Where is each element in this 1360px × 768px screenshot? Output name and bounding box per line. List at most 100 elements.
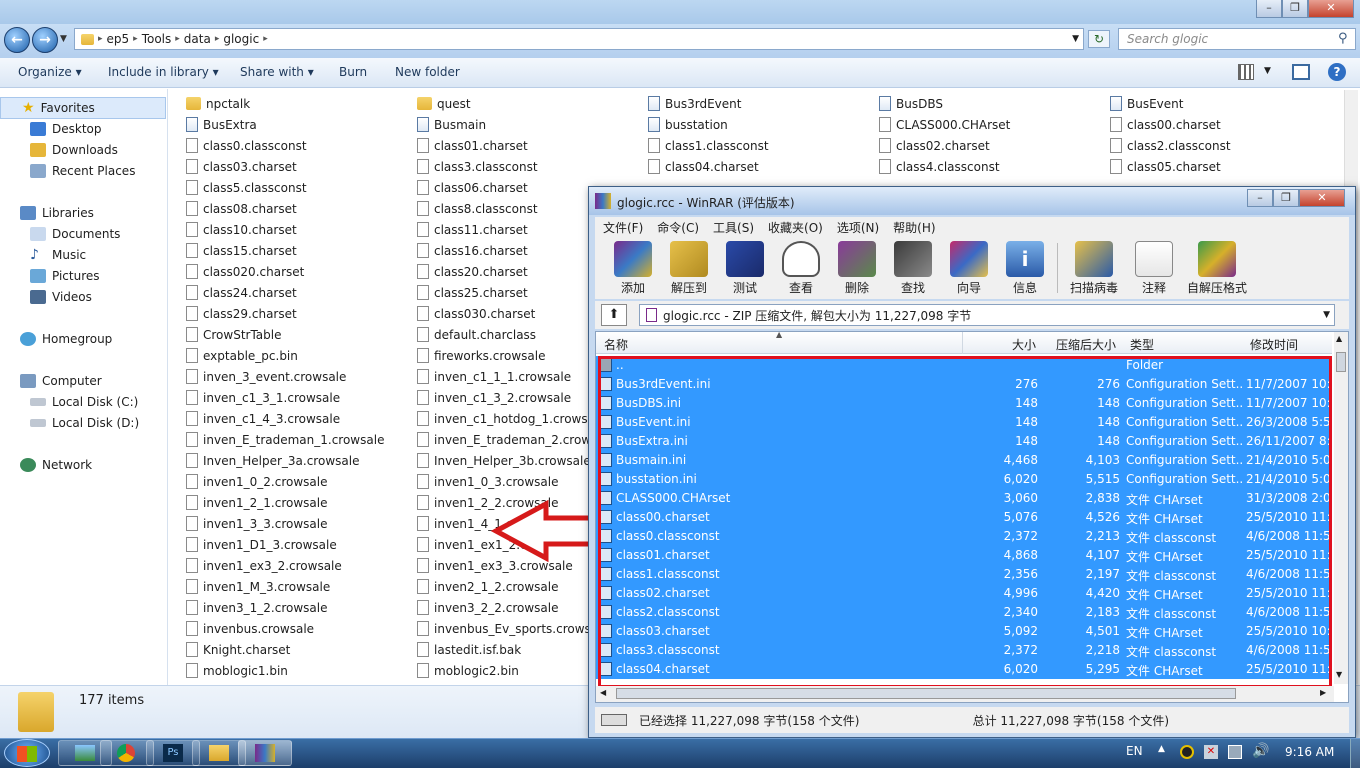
winrar-minimize-icon[interactable]: – [1247,189,1273,207]
new-folder-button[interactable]: New folder [395,65,460,79]
file-item[interactable]: class04.charset [648,156,872,177]
file-item[interactable]: class05.charset [1110,156,1334,177]
breadcrumb-tools[interactable]: Tools [142,32,172,46]
close-icon[interactable]: ✕ [1308,0,1354,18]
recent-pages-chevron-icon[interactable]: ▼ [60,34,67,44]
menu-commands[interactable]: 命令(C) [657,219,699,236]
archive-vscrollbar[interactable]: ▲ ▼ [1334,332,1348,684]
header-type[interactable]: 类型 [1130,336,1154,353]
nav-recent-places[interactable]: Recent Places [30,161,135,181]
menu-favorites[interactable]: 收藏夹(O) [768,219,823,236]
qq-icon[interactable] [1180,745,1194,759]
nav-pictures[interactable]: Pictures [30,266,100,286]
path-dropdown-icon[interactable]: ▼ [1323,310,1330,320]
burn-button[interactable]: Burn [339,65,367,79]
maximize-icon[interactable]: ❐ [1282,0,1308,18]
file-item[interactable]: class03.charset [186,156,410,177]
file-item[interactable]: Busmain [417,114,641,135]
breadcrumb-glogic[interactable]: glogic [223,32,259,46]
nav-music[interactable]: ♪ Music [30,245,86,265]
nav-libraries[interactable]: Libraries [20,203,94,223]
file-item[interactable]: inven_c1_3_1.crowsale [186,387,410,408]
nav-downloads[interactable]: Downloads [30,140,118,160]
network-error-icon[interactable]: ✕ [1204,745,1218,759]
file-item[interactable]: inven_E_trademan_1.crowsale [186,429,410,450]
scroll-down-icon[interactable]: ▼ [1336,670,1342,679]
folder-item[interactable]: quest [417,93,641,114]
preview-pane-icon[interactable] [1292,64,1310,80]
nav-computer[interactable]: Computer [20,371,102,391]
file-item[interactable]: class02.charset [879,135,1103,156]
file-item[interactable]: BusDBS [879,93,1103,114]
hscroll-thumb[interactable] [616,688,1236,699]
nav-desktop[interactable]: Desktop [30,119,102,139]
file-item[interactable]: inven1_0_2.crowsale [186,471,410,492]
forward-arrow-icon[interactable]: → [32,27,58,53]
nav-documents[interactable]: Documents [30,224,120,244]
archive-hscrollbar[interactable]: ◀ ▶ [596,686,1334,702]
include-in-library-button[interactable]: Include in library ▾ [108,65,219,79]
address-bar[interactable]: ▸ ep5 ▸ Tools ▸ data ▸ glogic ▸ ▼ [74,28,1084,50]
file-item[interactable]: class00.charset [1110,114,1334,135]
file-item[interactable]: inven1_2_1.crowsale [186,492,410,513]
find-button[interactable]: 查找 [885,237,941,299]
file-item[interactable]: class2.classconst [1110,135,1334,156]
scroll-up-icon[interactable]: ▲ [1336,334,1342,343]
winrar-close-icon[interactable]: ✕ [1299,189,1345,207]
header-modified[interactable]: 修改时间 [1250,336,1298,353]
clock[interactable]: 9:16 AM [1285,745,1334,759]
scroll-thumb[interactable] [1336,352,1346,372]
share-with-button[interactable]: Share with ▾ [240,65,314,79]
file-item[interactable]: class020.charset [186,261,410,282]
header-name[interactable]: 名称 [604,336,628,353]
file-item[interactable]: class3.classconst [417,156,641,177]
file-item[interactable]: inven_c1_4_3.crowsale [186,408,410,429]
nav-local-disk-c[interactable]: Local Disk (C:) [30,392,138,412]
sfx-button[interactable]: 自解压格式 [1182,237,1252,299]
minimize-icon[interactable]: – [1256,0,1282,18]
breadcrumb-ep5[interactable]: ep5 [107,32,130,46]
file-item[interactable]: CLASS000.CHArset [879,114,1103,135]
winrar-maximize-icon[interactable]: ❐ [1273,189,1299,207]
folder-item[interactable]: npctalk [186,93,410,114]
delete-button[interactable]: 删除 [829,237,885,299]
file-item[interactable]: inven1_M_3.crowsale [186,576,410,597]
add-button[interactable]: 添加 [605,237,661,299]
input-language[interactable]: EN [1126,744,1143,758]
file-item[interactable]: inven1_3_3.crowsale [186,513,410,534]
header-size[interactable]: 大小 [1012,336,1036,353]
file-item[interactable]: class29.charset [186,303,410,324]
nav-favorites[interactable]: ★ Favorites [22,98,95,118]
view-options-icon[interactable] [1238,64,1254,80]
file-item[interactable]: inven1_ex3_2.crowsale [186,555,410,576]
comment-button[interactable]: 注释 [1126,237,1182,299]
header-packed[interactable]: 压缩后大小 [1056,336,1116,353]
start-button[interactable] [4,739,50,767]
file-item[interactable]: class1.classconst [648,135,872,156]
file-item[interactable]: class24.charset [186,282,410,303]
organize-button[interactable]: Organize ▾ [18,65,82,79]
file-item[interactable]: class4.classconst [879,156,1103,177]
file-item[interactable]: inven_3_event.crowsale [186,366,410,387]
file-item[interactable]: inven1_D1_3.crowsale [186,534,410,555]
refresh-icon[interactable]: ↻ [1088,30,1110,48]
scroll-left-icon[interactable]: ◀ [600,688,606,697]
scan-virus-button[interactable]: 扫描病毒 [1062,237,1126,299]
file-item[interactable]: class08.charset [186,198,410,219]
file-item[interactable]: exptable_pc.bin [186,345,410,366]
menu-tools[interactable]: 工具(S) [713,219,754,236]
view-button[interactable]: 查看 [773,237,829,299]
nav-videos[interactable]: Videos [30,287,92,307]
back-arrow-icon[interactable]: ← [4,27,30,53]
file-item[interactable]: class01.charset [417,135,641,156]
info-button[interactable]: i 信息 [997,237,1053,299]
view-dropdown-icon[interactable]: ▼ [1264,66,1271,76]
up-folder-icon[interactable]: ⬆ [601,304,627,326]
file-item[interactable]: moblogic1.bin [186,660,410,681]
show-desktop-button[interactable] [1350,739,1360,768]
volume-icon[interactable]: 🔊 [1252,743,1269,759]
file-item[interactable]: busstation [648,114,872,135]
menu-options[interactable]: 选项(N) [837,219,879,236]
address-dropdown-icon[interactable]: ▼ [1072,34,1079,44]
taskbar-winrar[interactable] [238,740,292,766]
